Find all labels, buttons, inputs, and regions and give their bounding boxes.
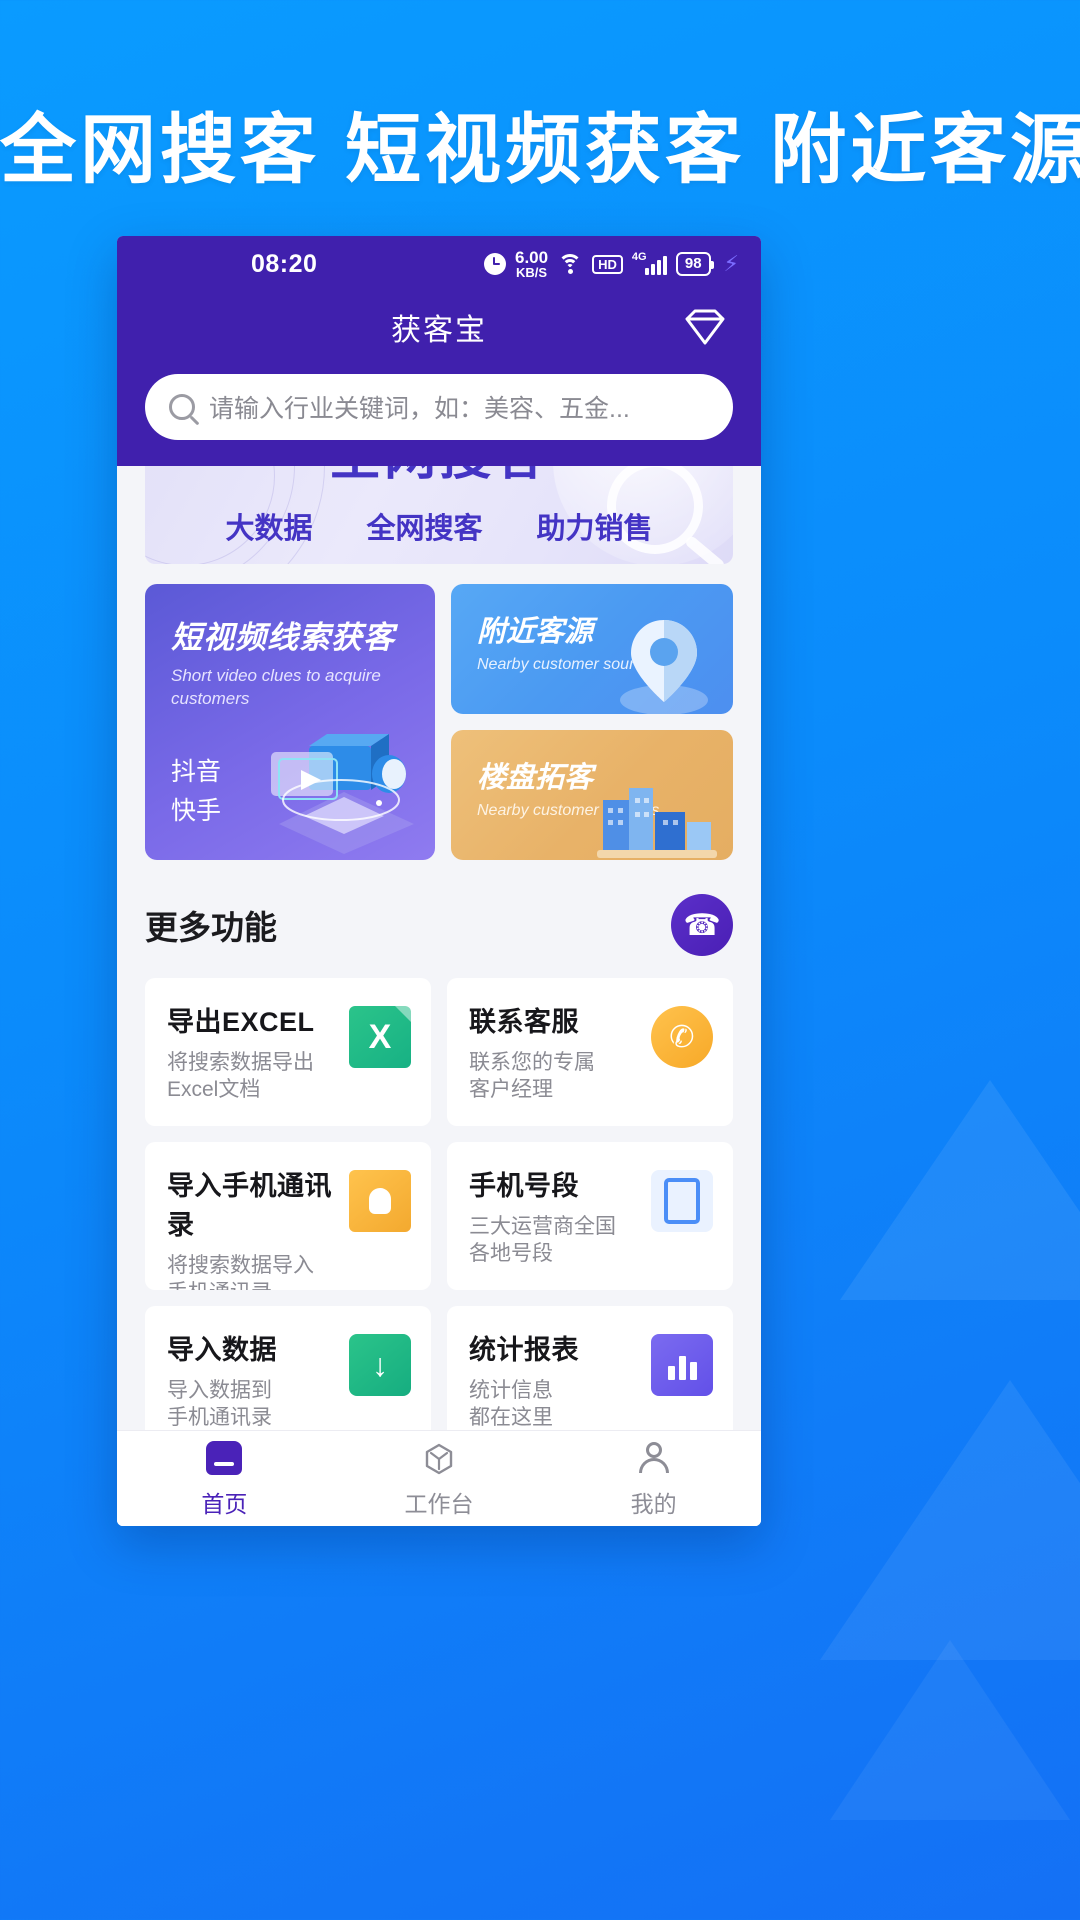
item-desc: 将搜索数据导入手机通讯录 bbox=[167, 1254, 314, 1290]
hero-title: 全网搜客 bbox=[145, 466, 733, 489]
network-speed: 6.00 KB/S bbox=[515, 249, 548, 279]
item-title: 导入手机通讯录 bbox=[167, 1171, 332, 1240]
nearby-subtitle: Nearby customer sources bbox=[477, 656, 660, 673]
network-speed-unit: KB/S bbox=[516, 265, 548, 280]
hero-tags: 大数据 全网搜客 助力销售 bbox=[145, 505, 733, 547]
battery-icon: 98 bbox=[675, 252, 714, 276]
hero-tag-2: 全网搜客 bbox=[366, 513, 483, 545]
bar-chart-icon bbox=[651, 1334, 713, 1396]
page-title: 全网搜客 短视频获客 附近客源 bbox=[0, 108, 1080, 193]
diamond-badge-icon[interactable] bbox=[679, 301, 731, 353]
item-desc: 三大运营商全国 各地号段 bbox=[469, 1215, 616, 1266]
short-video-subtitle: Short video clues to acquire customers bbox=[171, 666, 381, 708]
tab-profile[interactable]: 我的 bbox=[546, 1431, 761, 1526]
search-input-placeholder[interactable]: 请输入行业关键词，如：美容、五金... bbox=[209, 389, 630, 425]
status-icons: 6.00 KB/S HD 4G 98 ⚡ bbox=[483, 249, 739, 279]
mobile-phone-icon bbox=[651, 1170, 713, 1232]
tab-label: 工作台 bbox=[404, 1490, 474, 1517]
tab-workbench[interactable]: 工作台 bbox=[332, 1431, 547, 1526]
short-video-title: 短视频线索获客 bbox=[171, 620, 395, 655]
feature-cards-right: 附近客源 Nearby customer sources 楼盘拓客 Nearby… bbox=[451, 584, 733, 860]
hero-tag-3: 助力销售 bbox=[536, 513, 653, 545]
list-item[interactable]: 手机号段 三大运营商全国 各地号段 bbox=[447, 1142, 733, 1290]
excel-file-icon: X bbox=[349, 1006, 411, 1068]
feature-card-short-video[interactable]: 短视频线索获客 Short video clues to acquire cus… bbox=[145, 584, 435, 860]
short-video-platforms: 抖音 快手 bbox=[171, 753, 435, 831]
hero-tag-1: 大数据 bbox=[225, 513, 313, 545]
item-desc: 联系您的专属 客户经理 bbox=[469, 1051, 595, 1102]
feature-card-building[interactable]: 楼盘拓客 Nearby customer sources bbox=[451, 730, 733, 860]
nearby-title: 附近客源 bbox=[477, 616, 594, 648]
network-type-label: 4G bbox=[631, 251, 647, 263]
search-bar[interactable]: 请输入行业关键词，如：美容、五金... bbox=[145, 374, 733, 440]
feature-card-nearby[interactable]: 附近客源 Nearby customer sources bbox=[451, 584, 733, 714]
tab-label: 首页 bbox=[201, 1490, 248, 1517]
workbench-icon bbox=[420, 1439, 458, 1477]
item-desc: 将搜索数据导出 Excel文档 bbox=[167, 1051, 314, 1102]
item-desc: 统计信息 都在这里 bbox=[469, 1379, 553, 1430]
contacts-book-icon bbox=[349, 1170, 411, 1232]
more-functions-header: 更多功能 ☎ bbox=[145, 894, 733, 956]
app-header-area: 08:20 6.00 KB/S HD 4G 98 ⚡ 获客宝 请输入行业关键词，… bbox=[117, 236, 761, 466]
profile-icon bbox=[635, 1439, 673, 1477]
feature-cards: 短视频线索获客 Short video clues to acquire cus… bbox=[145, 584, 733, 860]
hero-banner[interactable]: 全网搜客 大数据 全网搜客 助力销售 bbox=[145, 466, 733, 564]
item-title: 导入数据 bbox=[167, 1335, 277, 1365]
home-icon bbox=[205, 1439, 243, 1477]
tab-label: 我的 bbox=[630, 1490, 677, 1517]
building-title: 楼盘拓客 bbox=[477, 762, 594, 794]
item-desc: 导入数据到 手机通讯录 bbox=[167, 1379, 272, 1430]
item-title: 联系客服 bbox=[469, 1007, 579, 1037]
signal-icon: 4G bbox=[631, 251, 667, 275]
hd-icon: HD bbox=[592, 254, 623, 274]
charging-bolt-icon: ⚡ bbox=[723, 251, 739, 276]
headset-icon[interactable]: ☎ bbox=[671, 894, 733, 956]
download-folder-icon: ↓ bbox=[349, 1334, 411, 1396]
wifi-icon bbox=[557, 254, 583, 274]
search-area: 请输入行业关键词，如：美容、五金... bbox=[117, 362, 761, 466]
background-decor-chevron-3 bbox=[830, 1640, 1070, 1820]
bottom-tab-bar: 首页 工作台 我的 bbox=[117, 1430, 761, 1526]
status-time: 08:20 bbox=[251, 249, 318, 278]
more-functions-title: 更多功能 bbox=[145, 909, 277, 946]
list-item[interactable]: 联系客服 联系您的专属 客户经理 ✆ bbox=[447, 978, 733, 1126]
building-subtitle: Nearby customer sources bbox=[477, 802, 660, 819]
item-title: 导出EXCEL bbox=[167, 1007, 315, 1037]
item-title: 手机号段 bbox=[469, 1171, 579, 1201]
list-item[interactable]: 导入手机通讯录 将搜索数据导入手机通讯录 bbox=[145, 1142, 431, 1290]
app-title: 获客宝 bbox=[391, 314, 487, 347]
item-title: 统计报表 bbox=[469, 1335, 579, 1365]
alarm-icon bbox=[483, 253, 506, 275]
tab-home[interactable]: 首页 bbox=[117, 1431, 332, 1526]
phone-mockup: 08:20 6.00 KB/S HD 4G 98 ⚡ 获客宝 请输入行业关键词，… bbox=[117, 236, 761, 1526]
background-decor-chevron-2 bbox=[820, 1380, 1080, 1660]
network-speed-value: 6.00 bbox=[514, 248, 549, 267]
app-bar: 获客宝 bbox=[117, 292, 761, 362]
status-bar: 08:20 6.00 KB/S HD 4G 98 ⚡ bbox=[117, 236, 761, 292]
search-icon bbox=[169, 394, 195, 420]
background-decor-chevron-1 bbox=[840, 1080, 1080, 1300]
platform-kuaishou: 快手 bbox=[171, 796, 222, 825]
scroll-content[interactable]: 全网搜客 大数据 全网搜客 助力销售 短视频线索获客 Short video c… bbox=[117, 466, 761, 1526]
list-item[interactable]: 导出EXCEL 将搜索数据导出 Excel文档 X bbox=[145, 978, 431, 1126]
platform-douyin: 抖音 bbox=[171, 757, 222, 786]
customer-service-icon: ✆ bbox=[651, 1006, 713, 1068]
